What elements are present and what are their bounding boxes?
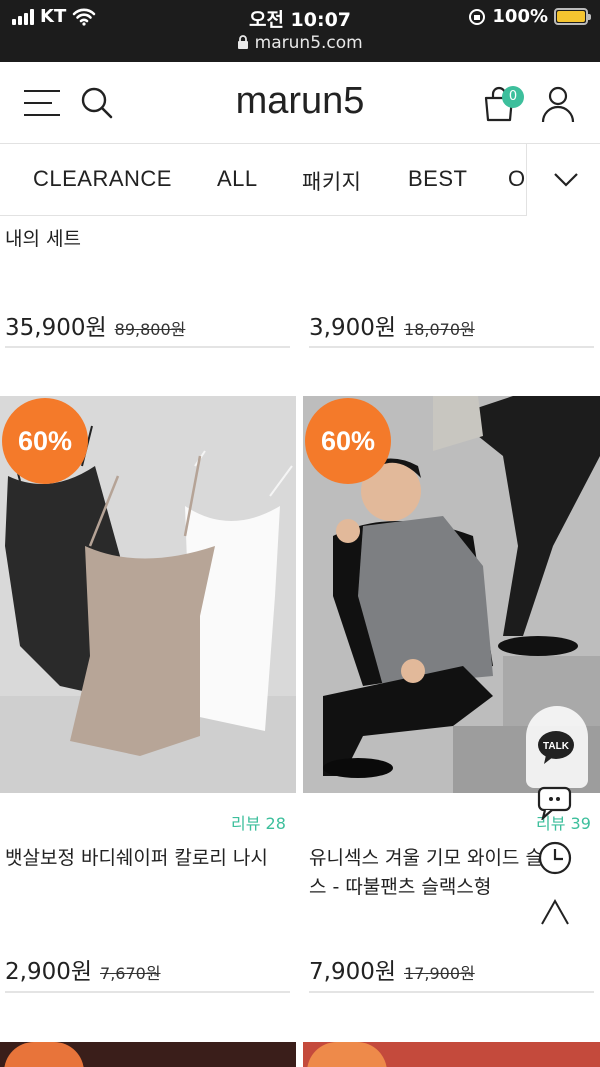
product-original-price: 18,070원 bbox=[404, 320, 475, 339]
category-best[interactable]: BEST bbox=[408, 166, 467, 192]
url-text: marun5.com bbox=[254, 33, 363, 53]
discount-badge-partial bbox=[307, 1042, 387, 1067]
product-original-price: 17,900원 bbox=[404, 964, 475, 983]
product-price-row: 7,900원 17,900원 bbox=[309, 952, 475, 986]
status-bar: KT 오전 10:07 marun5.com 100% bbox=[0, 0, 600, 62]
lock-icon bbox=[238, 35, 249, 49]
category-more-partial[interactable]: O bbox=[508, 166, 526, 192]
product-price-row: 2,900원 7,670원 bbox=[5, 952, 161, 986]
product-card[interactable] bbox=[309, 216, 594, 236]
review-count: 리뷰 28 bbox=[231, 814, 286, 833]
category-expand-button[interactable] bbox=[526, 144, 600, 216]
clock-icon[interactable] bbox=[537, 840, 573, 876]
card-divider bbox=[5, 346, 290, 348]
chevron-down-icon bbox=[554, 173, 578, 187]
user-icon[interactable] bbox=[538, 84, 578, 124]
product-price: 35,900원 bbox=[5, 315, 107, 341]
product-title-line2[interactable]: 스 - 따불팬츠 슬랙스형 bbox=[309, 873, 491, 902]
discount-badge-partial bbox=[4, 1042, 84, 1067]
product-image[interactable] bbox=[0, 1042, 296, 1067]
product-original-price: 7,670원 bbox=[100, 964, 161, 983]
chat-icon[interactable] bbox=[537, 786, 573, 820]
product-price: 3,900원 bbox=[309, 315, 397, 341]
product-title[interactable]: 유니섹스 겨울 기모 와이드 슬랙 bbox=[309, 844, 560, 873]
product-title[interactable]: 뱃살보정 바디쉐이퍼 칼로리 나시 bbox=[5, 844, 268, 873]
product-title: 내의 세트 bbox=[5, 228, 81, 250]
battery-icon bbox=[554, 8, 591, 25]
product-price-row: 35,900원 89,800원 bbox=[5, 308, 185, 342]
card-divider bbox=[5, 991, 290, 993]
card-divider bbox=[309, 991, 594, 993]
product-original-price: 89,800원 bbox=[114, 320, 186, 339]
orientation-lock-icon bbox=[469, 8, 486, 25]
address-bar[interactable]: marun5.com bbox=[0, 33, 600, 53]
svg-text:TALK: TALK bbox=[543, 741, 570, 752]
card-divider bbox=[309, 346, 594, 348]
product-grid: 내의 세트 35,900원 89,800원 3,900원 18,070원 60%… bbox=[0, 216, 600, 1067]
category-package[interactable]: 패키지 bbox=[302, 166, 361, 196]
product-price: 2,900원 bbox=[5, 959, 93, 985]
kakao-talk-icon[interactable]: TALK bbox=[536, 730, 576, 766]
category-all[interactable]: ALL bbox=[217, 166, 258, 192]
scroll-top-icon[interactable] bbox=[539, 897, 571, 927]
discount-badge: 60% bbox=[2, 398, 88, 484]
category-nav: CLEARANCE ALL 패키지 BEST O bbox=[0, 144, 600, 216]
product-image[interactable]: 60% bbox=[0, 396, 296, 793]
status-right: 100% bbox=[468, 6, 591, 27]
category-clearance[interactable]: CLEARANCE bbox=[33, 166, 172, 192]
battery-label: 100% bbox=[492, 6, 548, 27]
product-image[interactable] bbox=[303, 1042, 600, 1067]
cart-count-badge: 0 bbox=[502, 86, 524, 108]
discount-badge: 60% bbox=[305, 398, 391, 484]
product-price: 7,900원 bbox=[309, 959, 397, 985]
product-price-row: 3,900원 18,070원 bbox=[309, 308, 475, 342]
